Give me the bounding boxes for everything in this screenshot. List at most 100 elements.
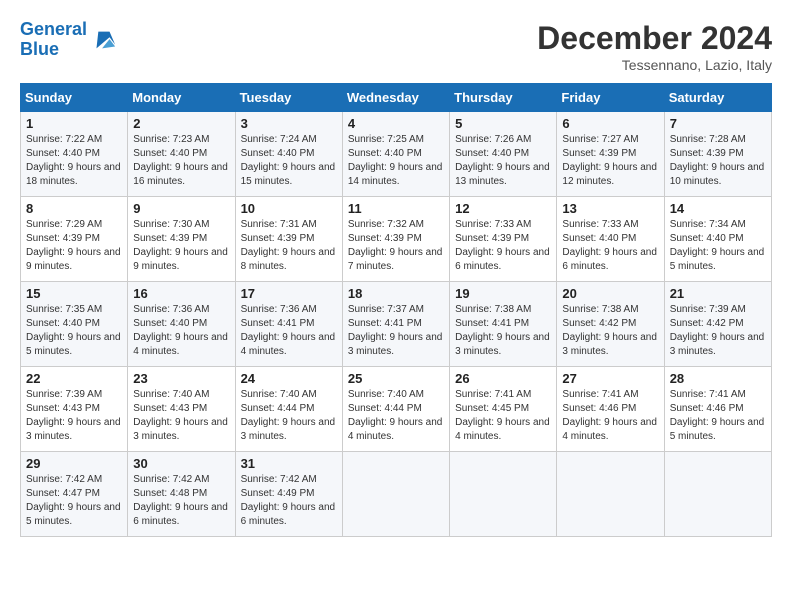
- day-number: 3: [241, 116, 337, 131]
- calendar-cell: 19 Sunrise: 7:38 AM Sunset: 4:41 PM Dayl…: [450, 282, 557, 367]
- daylight-label: Daylight: 9 hours and 3 minutes.: [562, 332, 657, 357]
- calendar-cell: 12 Sunrise: 7:33 AM Sunset: 4:39 PM Dayl…: [450, 197, 557, 282]
- sunset-label: Sunset: 4:46 PM: [670, 403, 744, 414]
- sunrise-label: Sunrise: 7:42 AM: [241, 474, 317, 485]
- sunset-label: Sunset: 4:40 PM: [133, 318, 207, 329]
- sunrise-label: Sunrise: 7:38 AM: [562, 304, 638, 315]
- calendar-cell: 21 Sunrise: 7:39 AM Sunset: 4:42 PM Dayl…: [664, 282, 771, 367]
- day-number: 25: [348, 371, 444, 386]
- daylight-label: Daylight: 9 hours and 15 minutes.: [241, 162, 336, 187]
- day-info: Sunrise: 7:41 AM Sunset: 4:45 PM Dayligh…: [455, 388, 551, 444]
- day-number: 1: [26, 116, 122, 131]
- sunset-label: Sunset: 4:39 PM: [670, 148, 744, 159]
- sunset-label: Sunset: 4:40 PM: [348, 148, 422, 159]
- day-info: Sunrise: 7:25 AM Sunset: 4:40 PM Dayligh…: [348, 133, 444, 189]
- calendar-cell: 26 Sunrise: 7:41 AM Sunset: 4:45 PM Dayl…: [450, 367, 557, 452]
- daylight-label: Daylight: 9 hours and 3 minutes.: [348, 332, 443, 357]
- day-number: 14: [670, 201, 766, 216]
- calendar-cell: [664, 452, 771, 537]
- sunrise-label: Sunrise: 7:30 AM: [133, 219, 209, 230]
- sunrise-label: Sunrise: 7:26 AM: [455, 134, 531, 145]
- daylight-label: Daylight: 9 hours and 3 minutes.: [241, 417, 336, 442]
- sunrise-label: Sunrise: 7:33 AM: [455, 219, 531, 230]
- daylight-label: Daylight: 9 hours and 3 minutes.: [26, 417, 121, 442]
- calendar-cell: 29 Sunrise: 7:42 AM Sunset: 4:47 PM Dayl…: [21, 452, 128, 537]
- day-info: Sunrise: 7:38 AM Sunset: 4:41 PM Dayligh…: [455, 303, 551, 359]
- day-info: Sunrise: 7:35 AM Sunset: 4:40 PM Dayligh…: [26, 303, 122, 359]
- day-info: Sunrise: 7:33 AM Sunset: 4:39 PM Dayligh…: [455, 218, 551, 274]
- sunrise-label: Sunrise: 7:40 AM: [348, 389, 424, 400]
- daylight-label: Daylight: 9 hours and 9 minutes.: [26, 247, 121, 272]
- calendar-week-row: 8 Sunrise: 7:29 AM Sunset: 4:39 PM Dayli…: [21, 197, 772, 282]
- day-info: Sunrise: 7:31 AM Sunset: 4:39 PM Dayligh…: [241, 218, 337, 274]
- sunrise-label: Sunrise: 7:27 AM: [562, 134, 638, 145]
- sunset-label: Sunset: 4:40 PM: [562, 233, 636, 244]
- sunset-label: Sunset: 4:42 PM: [670, 318, 744, 329]
- day-number: 11: [348, 201, 444, 216]
- daylight-label: Daylight: 9 hours and 6 minutes.: [133, 502, 228, 527]
- sunset-label: Sunset: 4:41 PM: [455, 318, 529, 329]
- calendar-cell: 11 Sunrise: 7:32 AM Sunset: 4:39 PM Dayl…: [342, 197, 449, 282]
- day-info: Sunrise: 7:41 AM Sunset: 4:46 PM Dayligh…: [670, 388, 766, 444]
- sunset-label: Sunset: 4:43 PM: [133, 403, 207, 414]
- weekday-header-wednesday: Wednesday: [342, 84, 449, 112]
- day-info: Sunrise: 7:29 AM Sunset: 4:39 PM Dayligh…: [26, 218, 122, 274]
- sunset-label: Sunset: 4:45 PM: [455, 403, 529, 414]
- sunrise-label: Sunrise: 7:28 AM: [670, 134, 746, 145]
- day-info: Sunrise: 7:38 AM Sunset: 4:42 PM Dayligh…: [562, 303, 658, 359]
- sunrise-label: Sunrise: 7:38 AM: [455, 304, 531, 315]
- calendar-cell: 3 Sunrise: 7:24 AM Sunset: 4:40 PM Dayli…: [235, 112, 342, 197]
- logo: General Blue: [20, 20, 117, 60]
- sunset-label: Sunset: 4:39 PM: [455, 233, 529, 244]
- sunset-label: Sunset: 4:41 PM: [241, 318, 315, 329]
- day-number: 12: [455, 201, 551, 216]
- sunrise-label: Sunrise: 7:39 AM: [26, 389, 102, 400]
- day-number: 23: [133, 371, 229, 386]
- calendar-cell: 7 Sunrise: 7:28 AM Sunset: 4:39 PM Dayli…: [664, 112, 771, 197]
- day-number: 15: [26, 286, 122, 301]
- sunset-label: Sunset: 4:39 PM: [562, 148, 636, 159]
- daylight-label: Daylight: 9 hours and 3 minutes.: [670, 332, 765, 357]
- calendar-cell: 10 Sunrise: 7:31 AM Sunset: 4:39 PM Dayl…: [235, 197, 342, 282]
- day-info: Sunrise: 7:22 AM Sunset: 4:40 PM Dayligh…: [26, 133, 122, 189]
- daylight-label: Daylight: 9 hours and 5 minutes.: [26, 332, 121, 357]
- daylight-label: Daylight: 9 hours and 4 minutes.: [455, 417, 550, 442]
- sunset-label: Sunset: 4:40 PM: [26, 318, 100, 329]
- sunset-label: Sunset: 4:40 PM: [133, 148, 207, 159]
- day-info: Sunrise: 7:42 AM Sunset: 4:48 PM Dayligh…: [133, 473, 229, 529]
- day-info: Sunrise: 7:42 AM Sunset: 4:47 PM Dayligh…: [26, 473, 122, 529]
- daylight-label: Daylight: 9 hours and 16 minutes.: [133, 162, 228, 187]
- daylight-label: Daylight: 9 hours and 4 minutes.: [133, 332, 228, 357]
- weekday-header-monday: Monday: [128, 84, 235, 112]
- calendar-cell: 15 Sunrise: 7:35 AM Sunset: 4:40 PM Dayl…: [21, 282, 128, 367]
- sunset-label: Sunset: 4:47 PM: [26, 488, 100, 499]
- day-info: Sunrise: 7:24 AM Sunset: 4:40 PM Dayligh…: [241, 133, 337, 189]
- sunrise-label: Sunrise: 7:39 AM: [670, 304, 746, 315]
- sunrise-label: Sunrise: 7:40 AM: [133, 389, 209, 400]
- day-number: 10: [241, 201, 337, 216]
- day-number: 21: [670, 286, 766, 301]
- sunset-label: Sunset: 4:40 PM: [455, 148, 529, 159]
- daylight-label: Daylight: 9 hours and 4 minutes.: [348, 417, 443, 442]
- sunset-label: Sunset: 4:43 PM: [26, 403, 100, 414]
- sunrise-label: Sunrise: 7:37 AM: [348, 304, 424, 315]
- calendar-cell: 17 Sunrise: 7:36 AM Sunset: 4:41 PM Dayl…: [235, 282, 342, 367]
- sunrise-label: Sunrise: 7:40 AM: [241, 389, 317, 400]
- day-info: Sunrise: 7:40 AM Sunset: 4:44 PM Dayligh…: [348, 388, 444, 444]
- sunset-label: Sunset: 4:48 PM: [133, 488, 207, 499]
- calendar-cell: 22 Sunrise: 7:39 AM Sunset: 4:43 PM Dayl…: [21, 367, 128, 452]
- calendar-cell: 23 Sunrise: 7:40 AM Sunset: 4:43 PM Dayl…: [128, 367, 235, 452]
- calendar-cell: 1 Sunrise: 7:22 AM Sunset: 4:40 PM Dayli…: [21, 112, 128, 197]
- calendar-cell: 4 Sunrise: 7:25 AM Sunset: 4:40 PM Dayli…: [342, 112, 449, 197]
- daylight-label: Daylight: 9 hours and 6 minutes.: [562, 247, 657, 272]
- sunrise-label: Sunrise: 7:36 AM: [241, 304, 317, 315]
- day-info: Sunrise: 7:40 AM Sunset: 4:43 PM Dayligh…: [133, 388, 229, 444]
- sunset-label: Sunset: 4:44 PM: [241, 403, 315, 414]
- day-number: 29: [26, 456, 122, 471]
- day-number: 30: [133, 456, 229, 471]
- sunset-label: Sunset: 4:39 PM: [133, 233, 207, 244]
- sunset-label: Sunset: 4:42 PM: [562, 318, 636, 329]
- daylight-label: Daylight: 9 hours and 3 minutes.: [133, 417, 228, 442]
- sunrise-label: Sunrise: 7:41 AM: [455, 389, 531, 400]
- day-info: Sunrise: 7:28 AM Sunset: 4:39 PM Dayligh…: [670, 133, 766, 189]
